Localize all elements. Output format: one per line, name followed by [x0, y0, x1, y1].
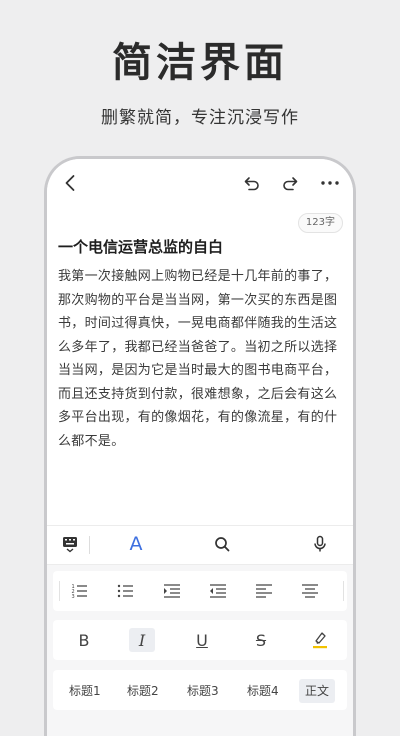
bullet-list-icon[interactable]	[113, 579, 139, 603]
toolbar-divider	[89, 536, 90, 554]
heading-style-panel: 标题1 标题2 标题3 标题4 正文	[53, 670, 347, 710]
promo-title: 简洁界面	[112, 40, 288, 86]
panel-divider-right	[343, 581, 344, 601]
heading-1-option[interactable]: 标题1	[63, 679, 107, 703]
panel-divider-left	[59, 581, 60, 601]
heading-4-option[interactable]: 标题4	[241, 679, 285, 703]
indent-decrease-icon[interactable]	[205, 579, 231, 603]
keyboard-hide-icon[interactable]	[61, 535, 79, 553]
more-options-icon[interactable]	[319, 173, 341, 193]
editor-toolbar: A	[47, 525, 353, 565]
editor-content[interactable]: 123字 一个电信运营总监的自白 我第一次接触网上购物已经是十几年前的事了，那次…	[47, 207, 353, 525]
word-count-badge: 123字	[297, 213, 343, 233]
underline-button[interactable]: U	[189, 628, 215, 652]
top-nav-bar	[47, 159, 353, 208]
align-center-icon[interactable]	[297, 579, 323, 603]
align-left-icon[interactable]	[251, 579, 277, 603]
strikethrough-button[interactable]: S	[248, 628, 274, 652]
redo-icon[interactable]	[280, 173, 300, 193]
heading-3-option[interactable]: 标题3	[181, 679, 225, 703]
document-title[interactable]: 一个电信运营总监的自白	[58, 237, 223, 257]
text-style-panel: B I U S	[53, 620, 347, 660]
bold-button[interactable]: B	[71, 628, 97, 652]
body-text-option[interactable]: 正文	[299, 679, 336, 703]
search-icon[interactable]	[213, 535, 231, 553]
back-arrow-icon[interactable]	[61, 173, 81, 193]
undo-icon[interactable]	[242, 173, 262, 193]
highlight-icon[interactable]	[307, 628, 333, 652]
promo-subtitle: 删繁就简，专注沉浸写作	[101, 108, 299, 128]
document-body[interactable]: 我第一次接触网上购物已经是十几年前的事了，那次购物的平台是当当网，第一次买的东西…	[58, 265, 340, 453]
svg-text:3: 3	[72, 594, 75, 599]
paragraph-format-panel: 123	[53, 571, 347, 611]
ordered-list-icon[interactable]: 123	[67, 579, 93, 603]
microphone-icon[interactable]	[311, 535, 329, 553]
heading-2-option[interactable]: 标题2	[121, 679, 165, 703]
indent-increase-icon[interactable]	[159, 579, 185, 603]
italic-button[interactable]: I	[129, 628, 155, 652]
phone-frame: 123字 一个电信运营总监的自白 我第一次接触网上购物已经是十几年前的事了，那次…	[44, 156, 356, 736]
font-format-icon[interactable]: A	[125, 532, 147, 556]
editor-screen: 123字 一个电信运营总监的自白 我第一次接触网上购物已经是十几年前的事了，那次…	[47, 159, 353, 736]
